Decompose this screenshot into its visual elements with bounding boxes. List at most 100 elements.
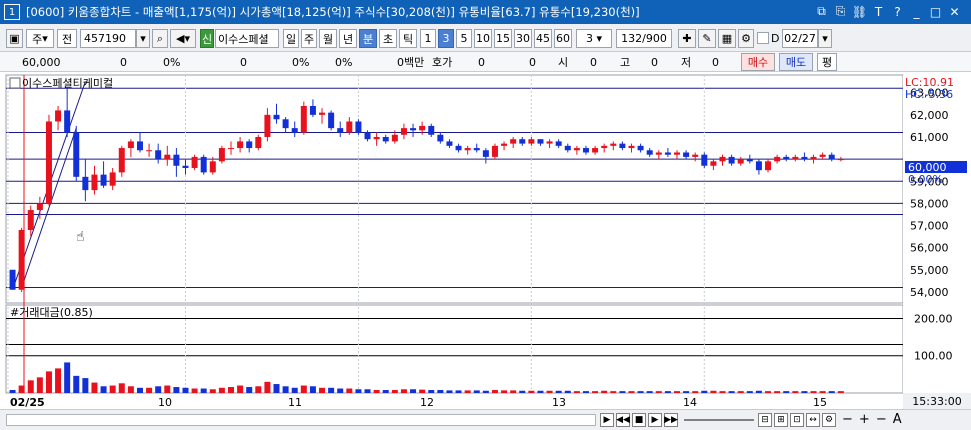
play-icon[interactable]: ▶ <box>648 413 662 427</box>
buy-button[interactable]: 매수 <box>741 53 775 71</box>
volume-bar <box>9 390 16 393</box>
candle-body <box>309 105 316 115</box>
avg-button[interactable]: 평 <box>817 53 837 71</box>
period-second[interactable]: 초 <box>379 29 397 48</box>
period-year[interactable]: 년 <box>339 29 357 48</box>
chevron-down-icon[interactable]: ▾ <box>136 29 150 48</box>
period-tick[interactable]: 틱 <box>399 29 417 48</box>
stock-code-input[interactable]: 457190 <box>80 29 136 48</box>
draw-tool-icon[interactable]: ✎ <box>698 29 716 48</box>
volume-bar <box>55 368 62 393</box>
volume-bar <box>519 390 526 393</box>
font-size-icon[interactable]: A <box>893 412 902 427</box>
help-icon[interactable]: ? <box>889 3 906 20</box>
scroll-right-icon[interactable]: ▶ <box>600 413 614 427</box>
plus-icon[interactable]: + <box>859 412 870 427</box>
restore-icon[interactable]: ⧉ <box>813 3 830 20</box>
info-change-pct: 0% <box>163 55 181 69</box>
period-minute[interactable]: 분 <box>359 29 377 48</box>
interval-60[interactable]: 60 <box>554 29 572 48</box>
volume-bar <box>437 390 444 393</box>
minimize-icon[interactable]: _ <box>908 3 925 20</box>
volume-bar <box>491 390 498 393</box>
stop-icon[interactable]: ■ <box>632 413 646 427</box>
candle-body <box>674 152 680 155</box>
volume-bar <box>328 387 335 393</box>
volume-bar <box>819 391 826 393</box>
volume-bar <box>473 390 480 393</box>
interval-30[interactable]: 30 <box>514 29 532 48</box>
search-icon[interactable]: ⌕ <box>152 29 168 48</box>
volume-bar <box>264 381 271 393</box>
interval-select[interactable]: 3 ▾ <box>576 29 612 48</box>
calendar-dropdown-icon[interactable]: ▾ <box>818 29 832 48</box>
candle-body <box>264 114 271 137</box>
volume-bar <box>646 391 653 393</box>
period-month[interactable]: 월 <box>319 29 337 48</box>
info-hoga-label: 호가 <box>432 56 453 69</box>
candle-body <box>801 156 808 160</box>
link-icon[interactable]: ⛓ <box>851 3 868 20</box>
interval-45[interactable]: 45 <box>534 29 552 48</box>
candle-body <box>300 105 307 133</box>
zoom-out-icon[interactable]: ⊟ <box>758 413 772 427</box>
pin-icon[interactable]: ⎘ <box>832 3 849 20</box>
candle-body <box>64 110 71 133</box>
zoom-reset-icon[interactable]: ↔ <box>806 413 820 427</box>
dash-icon[interactable]: − <box>876 412 887 427</box>
rewind-icon[interactable]: ◀◀ <box>616 413 630 427</box>
candle-body <box>619 143 626 149</box>
zoom-in-icon[interactable]: ⊞ <box>774 413 788 427</box>
candle-body <box>810 156 817 160</box>
volume-bar <box>146 387 153 393</box>
candle-body <box>282 119 289 129</box>
settings-gear-icon[interactable]: ⚙ <box>738 29 754 48</box>
price-axis <box>903 75 971 393</box>
d-checkbox[interactable] <box>757 32 769 44</box>
stock-name-field: 이수스페셜 <box>215 29 279 48</box>
grid-toggle-icon[interactable] <box>9 77 21 89</box>
period-week[interactable]: 주 <box>301 29 317 48</box>
date-input[interactable]: 02/27 <box>782 29 818 48</box>
fast-forward-icon[interactable]: ▶▶ <box>664 413 678 427</box>
settings-icon[interactable]: ⚙ <box>822 413 836 427</box>
volume-bar <box>182 387 189 393</box>
interval-3[interactable]: 3 <box>438 29 454 48</box>
candle-body <box>73 132 80 177</box>
clock: 15:33:00 <box>903 393 971 409</box>
close-icon[interactable]: ✕ <box>946 3 963 20</box>
sell-button[interactable]: 매도 <box>779 53 813 71</box>
layout-icon[interactable]: ▣ <box>6 29 23 48</box>
interval-15[interactable]: 15 <box>494 29 512 48</box>
interval-10[interactable]: 10 <box>474 29 492 48</box>
prefix-button[interactable]: 전 <box>57 29 77 48</box>
count-input[interactable]: 132/900 <box>616 29 672 48</box>
candle-body <box>537 139 544 144</box>
candle-body <box>127 141 134 149</box>
interval-1[interactable]: 1 <box>420 29 436 48</box>
grid-icon[interactable]: ▦ <box>718 29 736 48</box>
zoom-fit-icon[interactable]: ⊡ <box>790 413 804 427</box>
minus-icon[interactable]: − <box>842 412 853 427</box>
font-icon[interactable]: T <box>870 3 887 20</box>
x-axis-labels: 02/25 10 11 12 13 14 15 <box>10 396 827 409</box>
volume-bar <box>419 389 426 393</box>
volume-bar <box>783 391 790 393</box>
period-day[interactable]: 일 <box>283 29 299 48</box>
maximize-icon[interactable]: □ <box>927 3 944 20</box>
volume-bar <box>464 390 471 393</box>
volume-bar <box>628 391 635 393</box>
volume-bar <box>610 391 617 393</box>
candle-body <box>419 125 426 131</box>
crosshair-icon[interactable]: ✚ <box>678 29 696 48</box>
zoom-slider[interactable] <box>684 419 754 421</box>
volume-bar <box>664 391 671 393</box>
price-tick-label: 57,000 <box>910 220 949 233</box>
volume-bar <box>364 389 371 393</box>
horizontal-scrollbar[interactable] <box>6 414 596 426</box>
interval-5[interactable]: 5 <box>456 29 472 48</box>
market-select[interactable]: 주 ▾ <box>26 29 54 48</box>
speaker-icon[interactable]: ◀▾ <box>170 29 196 48</box>
chart-area[interactable]: 63,000 62,000 61,000 59,000 58,000 57,000 56,0… <box>0 73 971 430</box>
candlestick-chart[interactable]: 63,00062,00061,00059,00058,00057,00056,0… <box>0 73 971 409</box>
